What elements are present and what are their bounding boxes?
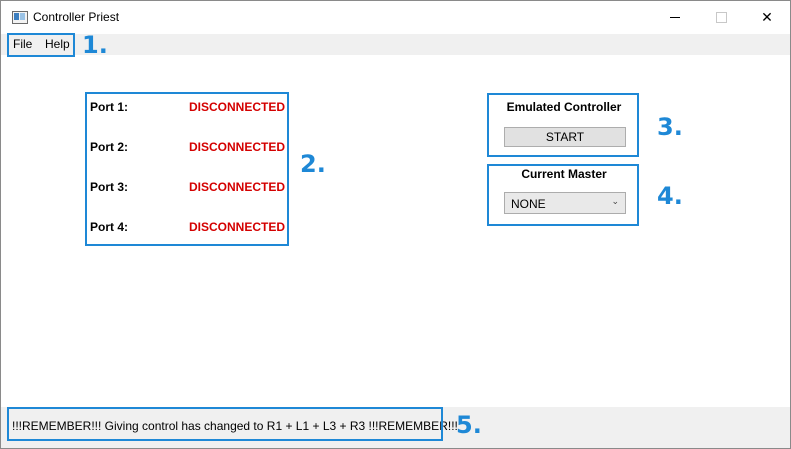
annotation-number-5: 5.: [456, 411, 482, 439]
maximize-button[interactable]: [698, 1, 744, 34]
annotation-box-3: [487, 93, 639, 157]
minimize-button[interactable]: [652, 1, 698, 34]
maximize-icon: [715, 12, 727, 23]
annotation-number-3: 3.: [657, 113, 683, 141]
annotation-number-2: 2.: [300, 150, 326, 178]
title-bar[interactable]: Controller Priest ✕: [1, 1, 790, 34]
close-button[interactable]: ✕: [744, 1, 790, 34]
annotation-box-4: [487, 164, 639, 226]
window-title: Controller Priest: [33, 10, 120, 24]
menu-bar: File Help: [1, 34, 790, 55]
annotation-number-4: 4.: [657, 182, 683, 210]
annotation-box-2: [85, 92, 289, 246]
close-icon: ✕: [761, 9, 773, 25]
app-window-icon: [12, 11, 28, 24]
app-window: Controller Priest ✕ File Help Port 1: DI…: [0, 0, 791, 449]
minimize-icon: [670, 17, 680, 18]
annotation-box-5: [7, 407, 443, 441]
annotation-box-1: [7, 33, 75, 57]
annotation-number-1: 1.: [82, 31, 108, 59]
